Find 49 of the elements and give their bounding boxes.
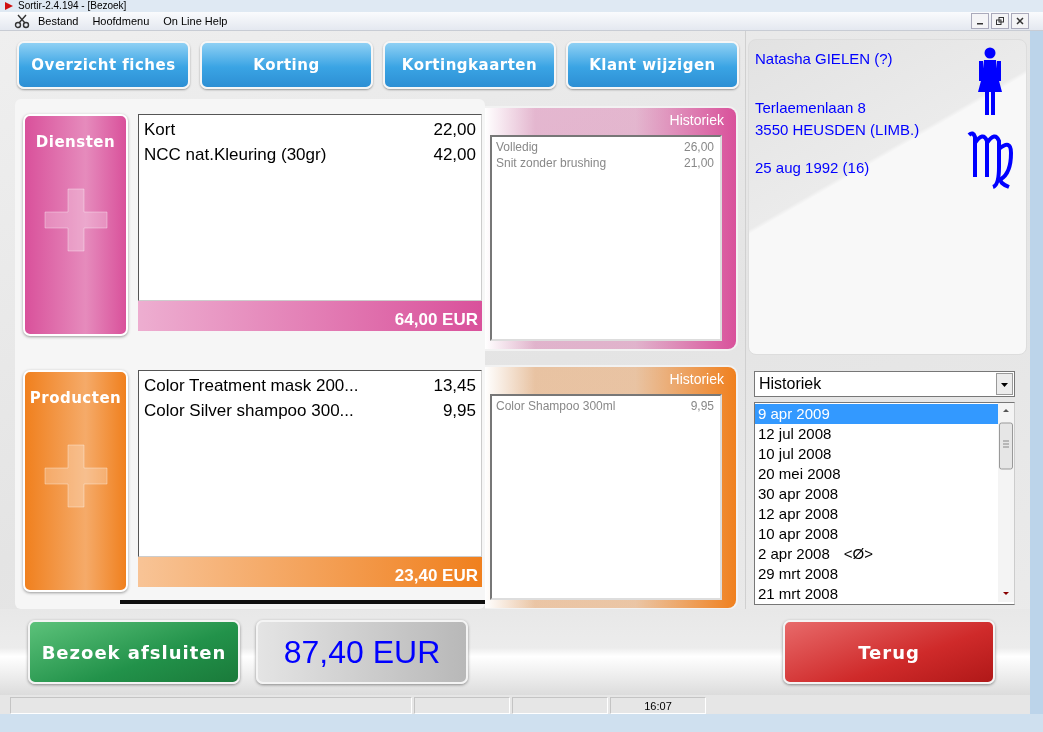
menu-item[interactable]: Hoofdmenu <box>92 15 150 27</box>
history-title: Historiek <box>668 370 725 389</box>
history-item: Color Shampoo 300ml <box>496 398 616 414</box>
visit-item[interactable]: 10 jul 2008 <box>755 444 998 464</box>
visit-item[interactable]: 12 apr 2008 <box>755 504 998 524</box>
menu-item[interactable]: On Line Help <box>163 15 228 27</box>
history-dropdown[interactable]: Historiek <box>754 371 1015 397</box>
visit-item[interactable]: 21 mrt 2008 <box>755 584 998 604</box>
item-price: 13,45 <box>433 375 476 397</box>
subtotal: 23,40 EUR <box>394 565 479 587</box>
visit-item[interactable]: 20 mei 2008 <box>755 464 998 484</box>
window-title: Sortir-2.4.194 - [Bezoek] <box>18 0 127 12</box>
close-button[interactable] <box>1011 13 1029 29</box>
restore-button[interactable] <box>991 13 1009 29</box>
history-price: 26,00 <box>683 139 714 155</box>
item-price: 9,95 <box>442 400 476 422</box>
menu-item[interactable]: Bestand <box>38 15 79 27</box>
customer-city: 3550 HEUSDEN (LIMB.) <box>755 121 921 138</box>
history-item: Volledig <box>496 139 539 155</box>
visit-item[interactable]: 12 jul 2008 <box>755 424 998 444</box>
item-price: 22,00 <box>433 119 476 141</box>
item-price: 42,00 <box>433 144 476 166</box>
history-price: 21,00 <box>683 155 714 171</box>
zodiac-icon <box>965 129 1015 191</box>
item-name[interactable]: Kort <box>144 117 176 142</box>
woman-icon <box>977 47 1003 115</box>
status-time: 16:07 <box>610 697 706 714</box>
item-name[interactable]: Color Treatment mask 200... <box>144 373 359 398</box>
plus-icon <box>42 443 109 509</box>
restore-icon <box>996 17 1004 25</box>
history-price: 9,95 <box>690 398 714 414</box>
customer-address: Terlaemenlaan 8 <box>755 99 867 116</box>
grand-total: 87,40 EUR <box>256 620 468 684</box>
customer-name: Natasha GIELEN (?) <box>755 50 894 67</box>
item-name[interactable]: NCC nat.Kleuring (30gr) <box>144 142 327 167</box>
history-title: Historiek <box>668 111 725 130</box>
item-name[interactable]: Color Silver shampoo 300... <box>144 398 354 423</box>
back-button[interactable]: Terug <box>783 620 995 684</box>
visit-item[interactable]: 2 apr 2008 <Ø> <box>755 544 998 564</box>
history-item: Snit zonder brushing <box>496 155 607 171</box>
subtotal: 64,00 EUR <box>394 309 479 331</box>
close-visit-button[interactable]: Bezoek afsluiten <box>28 620 240 684</box>
plus-icon <box>42 187 109 253</box>
visit-item[interactable]: 10 apr 2008 <box>755 524 998 544</box>
scissors-icon <box>14 13 30 29</box>
visit-item[interactable]: 29 mrt 2008 <box>755 564 998 584</box>
close-icon <box>1016 17 1024 25</box>
visit-item[interactable]: 30 apr 2008 <box>755 484 998 504</box>
birth-date: 25 aug 1992 (16) <box>755 159 871 176</box>
